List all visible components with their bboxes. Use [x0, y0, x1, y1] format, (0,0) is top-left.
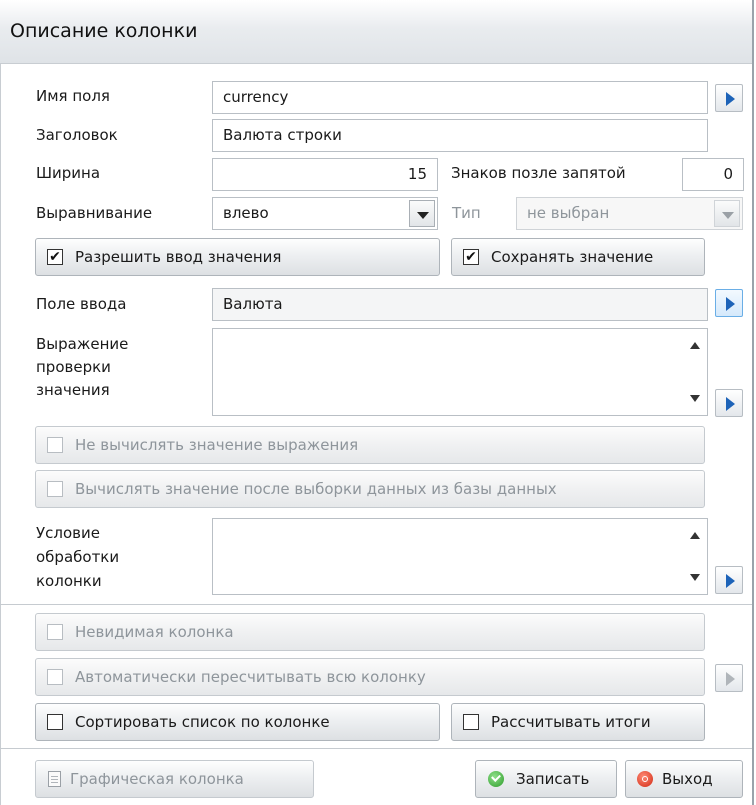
align-select[interactable]: влево	[212, 197, 438, 230]
auto-recalc-arrow-icon[interactable]	[715, 664, 743, 692]
chevron-down-icon[interactable]	[714, 200, 740, 227]
type-label: Тип	[452, 204, 481, 222]
type-select-value: не выбран	[527, 204, 610, 222]
save-button[interactable]: Записать	[475, 760, 617, 798]
check-expr-label-line2: проверки	[36, 358, 111, 376]
sort-list-checkbox[interactable]: Сортировать список по колонке	[35, 703, 440, 741]
sort-list-label: Сортировать список по колонке	[75, 713, 330, 731]
scroll-up-icon[interactable]	[690, 342, 700, 349]
width-label: Ширина	[36, 164, 101, 182]
scroll-down-icon[interactable]	[690, 395, 700, 402]
scrollbar[interactable]	[685, 329, 707, 415]
scrollbar[interactable]	[685, 519, 707, 594]
input-field-label: Поле ввода	[36, 295, 127, 313]
document-icon	[48, 771, 61, 787]
process-cond-label-line1: Условие	[36, 524, 100, 542]
scroll-up-icon[interactable]	[690, 532, 700, 539]
invisible-column-label: Невидимая колонка	[75, 623, 234, 641]
invisible-column-checkbox[interactable]: Невидимая колонка	[35, 613, 705, 651]
check-expr-label-line1: Выражение	[36, 335, 129, 353]
chevron-down-icon[interactable]	[409, 200, 435, 227]
divider	[0, 604, 752, 605]
checkbox-checked-icon: ✔	[463, 249, 479, 265]
calc-totals-checkbox[interactable]: Рассчитывать итоги	[451, 703, 705, 741]
save-value-checkbox[interactable]: ✔ Сохранять значение	[451, 238, 705, 276]
save-value-label: Сохранять значение	[491, 248, 654, 266]
graphic-column-label: Графическая колонка	[70, 770, 244, 788]
checkbox-icon	[47, 437, 63, 453]
calc-after-checkbox[interactable]: Вычислять значение после выборки данных …	[35, 470, 705, 508]
check-expr-label-line3: значения	[36, 381, 110, 399]
column-description-dialog: Описание колонки Имя поля currency Загол…	[0, 0, 756, 805]
power-icon	[637, 771, 653, 787]
graphic-column-button[interactable]: Графическая колонка	[35, 760, 314, 798]
window-border-left	[0, 64, 1, 805]
input-field-select-arrow-icon[interactable]	[715, 289, 743, 317]
decimals-input[interactable]: 0	[682, 158, 744, 191]
checkbox-checked-icon: ✔	[47, 249, 63, 265]
checkmark-icon	[488, 771, 504, 787]
header-input[interactable]: Валюта строки	[212, 119, 708, 152]
calc-totals-label: Рассчитывать итоги	[491, 713, 651, 731]
checkbox-icon	[47, 481, 63, 497]
scroll-down-icon[interactable]	[690, 574, 700, 581]
exit-button-label: Выход	[662, 770, 713, 788]
align-select-value: влево	[223, 204, 269, 222]
calc-after-label: Вычислять значение после выборки данных …	[75, 480, 557, 498]
field-name-input[interactable]: currency	[212, 81, 708, 114]
align-label: Выравнивание	[36, 204, 153, 222]
checkbox-icon	[47, 624, 63, 640]
process-cond-arrow-icon[interactable]	[715, 566, 743, 594]
divider	[0, 748, 752, 749]
save-button-label: Записать	[516, 770, 590, 788]
check-expr-arrow-icon[interactable]	[715, 389, 743, 417]
field-name-select-arrow-icon[interactable]	[715, 84, 743, 112]
no-calc-checkbox[interactable]: Не вычислять значение выражения	[35, 426, 705, 464]
process-cond-label-line2: обработки	[36, 548, 120, 566]
header-label: Заголовок	[36, 126, 118, 144]
dialog-titlebar[interactable]: Описание колонки	[0, 0, 754, 64]
process-cond-textarea[interactable]	[212, 518, 708, 595]
input-field-value[interactable]: Валюта	[212, 288, 708, 321]
type-select[interactable]: не выбран	[516, 197, 743, 230]
no-calc-label: Не вычислять значение выражения	[75, 436, 359, 454]
checkbox-icon	[463, 714, 479, 730]
allow-input-label: Разрешить ввод значения	[75, 248, 282, 266]
auto-recalc-label: Автоматически пересчитывать всю колонку	[75, 668, 426, 686]
field-name-label: Имя поля	[36, 87, 110, 105]
dialog-title: Описание колонки	[10, 20, 198, 42]
window-border	[752, 0, 754, 805]
width-input[interactable]: 15	[212, 158, 438, 191]
exit-button[interactable]: Выход	[625, 760, 743, 798]
checkbox-icon	[47, 669, 63, 685]
decimals-label: Знаков позле запятой	[451, 164, 626, 182]
process-cond-label-line3: колонки	[36, 572, 102, 590]
checkbox-icon	[47, 714, 63, 730]
allow-input-checkbox[interactable]: ✔ Разрешить ввод значения	[35, 238, 440, 276]
auto-recalc-checkbox[interactable]: Автоматически пересчитывать всю колонку	[35, 658, 705, 696]
check-expr-textarea[interactable]	[212, 328, 708, 416]
